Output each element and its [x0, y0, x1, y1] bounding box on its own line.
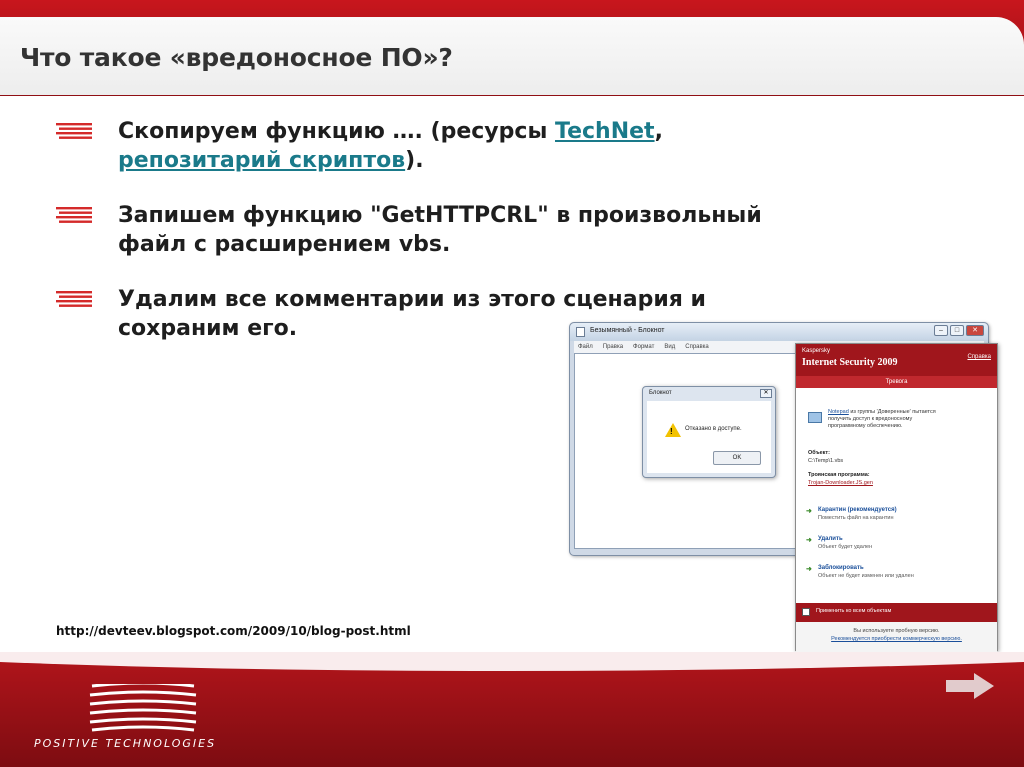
bullet-line: Запишем функцию "GetHTTPCRL" в произволь… — [118, 203, 762, 228]
action-title: Заблокировать — [818, 565, 864, 571]
notepad-title: Безымянный - Блокнот — [590, 327, 665, 334]
menu-edit[interactable]: Правка — [603, 341, 623, 353]
window-controls: – □ ✕ — [934, 325, 984, 336]
object-value: C:\Temp\1.vbs — [808, 458, 844, 464]
alert-message: Notepad из группы 'Доверенные' пытается … — [828, 409, 988, 430]
kaspersky-alert-window: Kaspersky Internet Security 2009 Справка… — [795, 343, 998, 652]
bullet-text-part: , — [654, 119, 663, 144]
notepad-app-icon — [808, 412, 822, 423]
action-desc: Объект будет удален — [818, 544, 873, 550]
buy-link[interactable]: Рекомендуется приобрести коммерческую ве… — [796, 636, 997, 642]
alert-message-text: программному обеспечению. — [828, 423, 903, 429]
stripes-bullet-icon — [56, 123, 92, 139]
action-title: Карантин (рекомендуется) — [818, 507, 897, 513]
dialog-title: Блокнот — [649, 390, 672, 396]
bullet-text-part: Скопируем функцию …. (ресурсы — [118, 119, 555, 144]
arrow-icon: ➜ — [806, 566, 812, 573]
trial-text: Вы используете пробную версию. — [853, 628, 940, 634]
menu-view[interactable]: Вид — [664, 341, 675, 353]
notepad-app-link[interactable]: Notepad — [828, 409, 849, 415]
notepad-titlebar: Безымянный - Блокнот – □ ✕ — [570, 323, 988, 341]
apply-all-checkbox[interactable] — [802, 608, 810, 616]
warning-icon — [665, 423, 681, 437]
next-slide-arrow-icon[interactable] — [944, 671, 996, 701]
action-desc: Поместить файл на карантин — [818, 515, 894, 521]
alert-message-text: из группы 'Доверенные' пытается — [848, 409, 936, 415]
kaspersky-header: Kaspersky Internet Security 2009 Справка — [796, 344, 997, 376]
alert-details: Notepad из группы 'Доверенные' пытается … — [796, 388, 997, 603]
page-title: Что такое «вредоносное ПО»? — [20, 43, 453, 72]
bullet-text: Скопируем функцию …. (ресурсы TechNet, р… — [118, 117, 888, 175]
stripes-bullet-icon — [56, 207, 92, 223]
dialog-message: Отказано в доступе. — [685, 426, 742, 432]
close-icon[interactable]: ✕ — [760, 389, 772, 398]
trojan-label: Троянская программа: — [808, 472, 870, 478]
help-link[interactable]: Справка — [967, 354, 991, 360]
script-repository-link[interactable]: репозитарий скриптов — [118, 148, 405, 173]
company-logo-text: POSITIVE TECHNOLOGIES — [34, 737, 217, 750]
bullet-text-part: ). — [405, 148, 424, 173]
close-icon[interactable]: ✕ — [966, 325, 984, 336]
arrow-icon: ➜ — [806, 508, 812, 515]
menu-format[interactable]: Формат — [633, 341, 654, 353]
bullet-text: Запишем функцию "GetHTTPCRL" в произволь… — [118, 201, 888, 259]
trojan-link[interactable]: Trojan-Downloader.JS.gen — [808, 480, 873, 486]
alert-message-text: получить доступ к вредоносному — [828, 416, 913, 422]
kaspersky-brand: Kaspersky — [802, 348, 831, 354]
source-url[interactable]: http://devteev.blogspot.com/2009/10/blog… — [56, 624, 411, 638]
apply-all-bar: Применить ко всем объектам — [796, 603, 997, 622]
apply-all-label: Применить ко всем объектам — [816, 608, 892, 614]
action-desc: Объект не будет изменен или удален — [818, 573, 914, 579]
ok-button[interactable]: OK — [713, 451, 761, 465]
logo-stripes-icon — [89, 684, 197, 732]
stripes-bullet-icon — [56, 291, 92, 307]
technet-link[interactable]: TechNet — [555, 119, 655, 144]
maximize-icon[interactable]: □ — [950, 325, 964, 336]
bullet-line: сохраним его. — [118, 316, 298, 341]
bullet-line: Удалим все комментарии из этого сценария… — [118, 287, 706, 312]
warning-mark: ! — [670, 427, 673, 436]
trial-notice: Вы используете пробную версию. Рекоменду… — [796, 622, 997, 652]
access-denied-dialog: Блокнот ✕ ! Отказано в доступе. OK — [642, 386, 776, 478]
alert-banner: Тревога — [796, 376, 997, 388]
menu-help[interactable]: Справка — [685, 341, 709, 353]
minimize-icon[interactable]: – — [934, 325, 948, 336]
object-label: Объект: — [808, 450, 830, 456]
action-title: Удалить — [818, 536, 843, 542]
menu-file[interactable]: Файл — [578, 341, 593, 353]
bullet-line: файл с расширением vbs. — [118, 232, 451, 257]
kaspersky-product: Internet Security 2009 — [802, 357, 898, 368]
notepad-icon — [576, 327, 585, 337]
dialog-body: ! Отказано в доступе. OK — [647, 401, 771, 473]
arrow-icon: ➜ — [806, 537, 812, 544]
